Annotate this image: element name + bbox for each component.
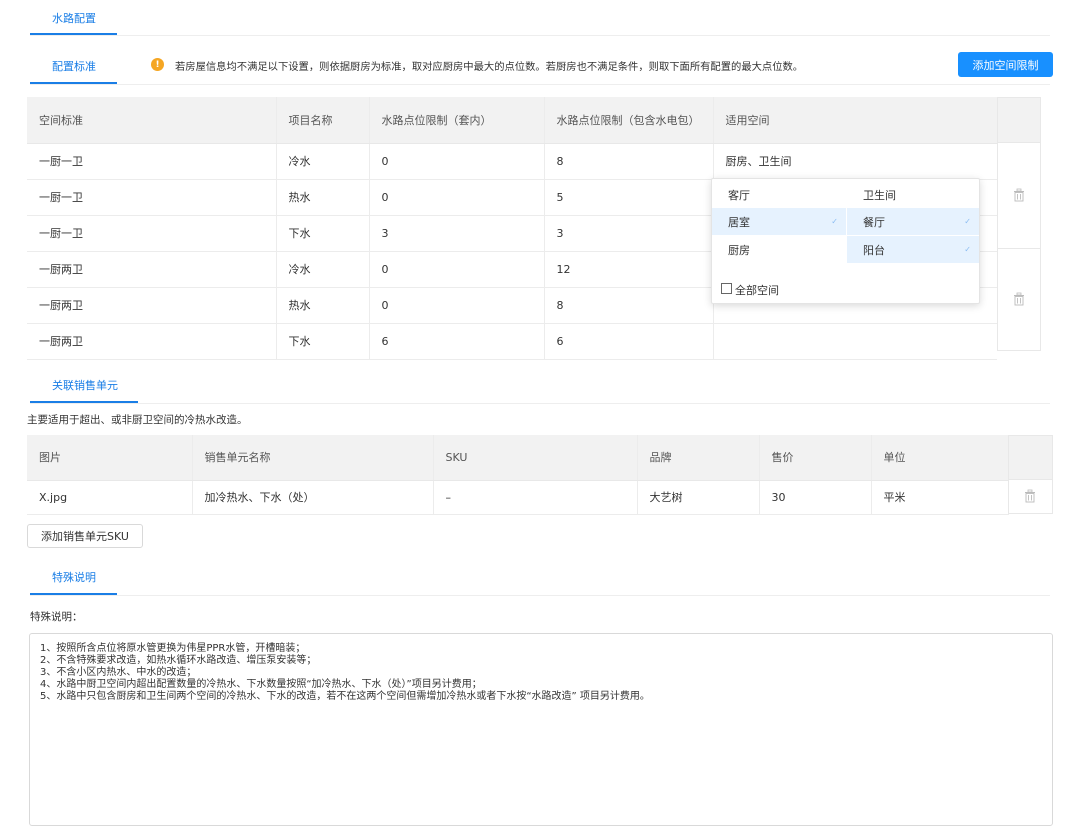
cell-space-standard: 一厨一卫: [27, 143, 276, 180]
cell-limit-package[interactable]: 8: [543, 143, 713, 180]
col-sales-unit-name: 销售单元名称: [191, 435, 433, 481]
delete-column-header: [997, 97, 1041, 143]
cell-item-name: 冷水: [275, 143, 369, 180]
cell-image: X.jpg: [27, 480, 192, 515]
cell-applicable-space[interactable]: 厨房、卫生间: [712, 143, 997, 180]
cell-space-standard: 一厨两卫: [27, 287, 276, 324]
col-limit-inner: 水路点位限制（套内）: [368, 97, 544, 144]
space-option-kitchen[interactable]: 厨房: [712, 236, 846, 263]
trash-icon[interactable]: [1013, 188, 1025, 202]
cell-item-name: 下水: [275, 323, 369, 360]
col-brand: 品牌: [636, 435, 759, 481]
col-limit-package: 水路点位限制（包含水电包）: [543, 97, 713, 144]
special-line: 2、不含特殊要求改造，如热水循环水路改造、增压泵安装等；: [40, 655, 317, 666]
sales-table: 图片 销售单元名称 SKU 品牌 售价 单位 X.jpg 加冷热水、下水（处） …: [27, 435, 1009, 515]
trash-icon[interactable]: [1024, 489, 1036, 503]
space-option-bathroom[interactable]: 卫生间: [847, 181, 981, 208]
cell-space-standard: 一厨一卫: [27, 215, 276, 252]
table-row: X.jpg 加冷热水、下水（处） – 大艺树 30 平米: [27, 480, 1009, 515]
cell-limit-inner[interactable]: 3: [368, 215, 544, 252]
cell-limit-inner[interactable]: 0: [368, 143, 544, 180]
special-line: 1、按照所含点位将原水管更换为伟星PPR水管，开槽暗装；: [40, 643, 306, 654]
warning-icon: !: [151, 58, 164, 71]
divider: [30, 403, 1050, 404]
all-spaces-checkbox[interactable]: [721, 283, 732, 294]
check-icon: ✓: [831, 217, 838, 226]
cell-limit-inner[interactable]: 0: [368, 287, 544, 324]
sales-description: 主要适用于超出、或非厨卫空间的冷热水改造。: [27, 414, 248, 426]
space-option-balcony[interactable]: 阳台 ✓: [847, 236, 979, 263]
special-notes-textarea[interactable]: 1、按照所含点位将原水管更换为伟星PPR水管，开槽暗装； 2、不含特殊要求改造，…: [29, 633, 1053, 826]
divider: [30, 35, 1050, 36]
cell-limit-inner[interactable]: 6: [368, 323, 544, 360]
cell-item-name: 下水: [275, 215, 369, 252]
cell-space-standard: 一厨两卫: [27, 323, 276, 360]
space-option-living-room[interactable]: 客厅: [712, 181, 846, 208]
cell-item-name: 热水: [275, 179, 369, 216]
trash-icon[interactable]: [1013, 292, 1025, 306]
cell-limit-package[interactable]: 12: [543, 251, 713, 288]
col-price: 售价: [758, 435, 871, 481]
check-icon: ✓: [964, 217, 971, 226]
divider: [30, 595, 1050, 596]
config-notice: 若房屋信息均不满足以下设置，则依据厨房为标准，取对应厨房中最大的点位数。若厨房也…: [175, 61, 804, 73]
tab-related-sales[interactable]: 关联销售单元: [52, 377, 118, 393]
space-dropdown: 客厅 卫生间 居室 ✓ 餐厅 ✓ 厨房 阳台 ✓ 全部空间: [711, 178, 980, 304]
cell-limit-inner[interactable]: 0: [368, 179, 544, 216]
special-line: 4、水路中厨卫空间内超出配置数量的冷热水、下水数量按照“加冷热水、下水（处）”项…: [40, 679, 482, 690]
cell-limit-package[interactable]: 3: [543, 215, 713, 252]
cell-limit-package[interactable]: 5: [543, 179, 713, 216]
cell-unit: 平米: [870, 480, 1009, 515]
cell-limit-inner[interactable]: 0: [368, 251, 544, 288]
cell-limit-package[interactable]: 8: [543, 287, 713, 324]
cell-brand: 大艺树: [636, 480, 759, 515]
cell-applicable-space[interactable]: [712, 323, 997, 360]
special-line: 5、水路中只包含厨房和卫生间两个空间的冷热水、下水的改造，若不在这两个空间但需增…: [40, 691, 650, 702]
cell-item-name: 冷水: [275, 251, 369, 288]
cell-space-standard: 一厨一卫: [27, 179, 276, 216]
col-item-name: 项目名称: [275, 97, 369, 144]
col-image: 图片: [27, 435, 192, 481]
special-notes-label: 特殊说明：: [30, 611, 83, 623]
table-row: 一厨两卫 下水 6 6: [27, 323, 997, 360]
tab-config-standard[interactable]: 配置标准: [52, 58, 96, 74]
cell-price: 30: [758, 480, 871, 515]
col-applicable-space: 适用空间: [712, 97, 997, 144]
cell-item-name: 热水: [275, 287, 369, 324]
table-row: 一厨一卫 冷水 0 8 厨房、卫生间: [27, 143, 997, 180]
col-sku: SKU: [432, 435, 637, 481]
add-sku-button[interactable]: 添加销售单元SKU: [27, 524, 143, 548]
tab-water-config[interactable]: 水路配置: [52, 10, 96, 26]
special-line: 3、不含小区内热水、中水的改造；: [40, 667, 197, 678]
cell-sales-unit-name: 加冷热水、下水（处）: [191, 480, 433, 515]
cell-space-standard: 一厨两卫: [27, 251, 276, 288]
space-option-bedroom[interactable]: 居室 ✓: [712, 208, 846, 235]
cell-sku: –: [432, 480, 637, 515]
tab-special-notes[interactable]: 特殊说明: [52, 569, 96, 585]
table-header-row: 图片 销售单元名称 SKU 品牌 售价 单位: [27, 435, 1009, 481]
cell-limit-package[interactable]: 6: [543, 323, 713, 360]
delete-column-header: [1008, 435, 1053, 480]
space-option-dining-room[interactable]: 餐厅 ✓: [847, 208, 979, 235]
all-spaces-label: 全部空间: [735, 284, 779, 297]
check-icon: ✓: [964, 245, 971, 254]
add-space-limit-button[interactable]: 添加空间限制: [958, 52, 1053, 77]
col-space-standard: 空间标准: [27, 97, 276, 144]
divider: [30, 84, 1050, 85]
table-header-row: 空间标准 项目名称 水路点位限制（套内） 水路点位限制（包含水电包） 适用空间: [27, 97, 997, 144]
col-unit: 单位: [870, 435, 1009, 481]
